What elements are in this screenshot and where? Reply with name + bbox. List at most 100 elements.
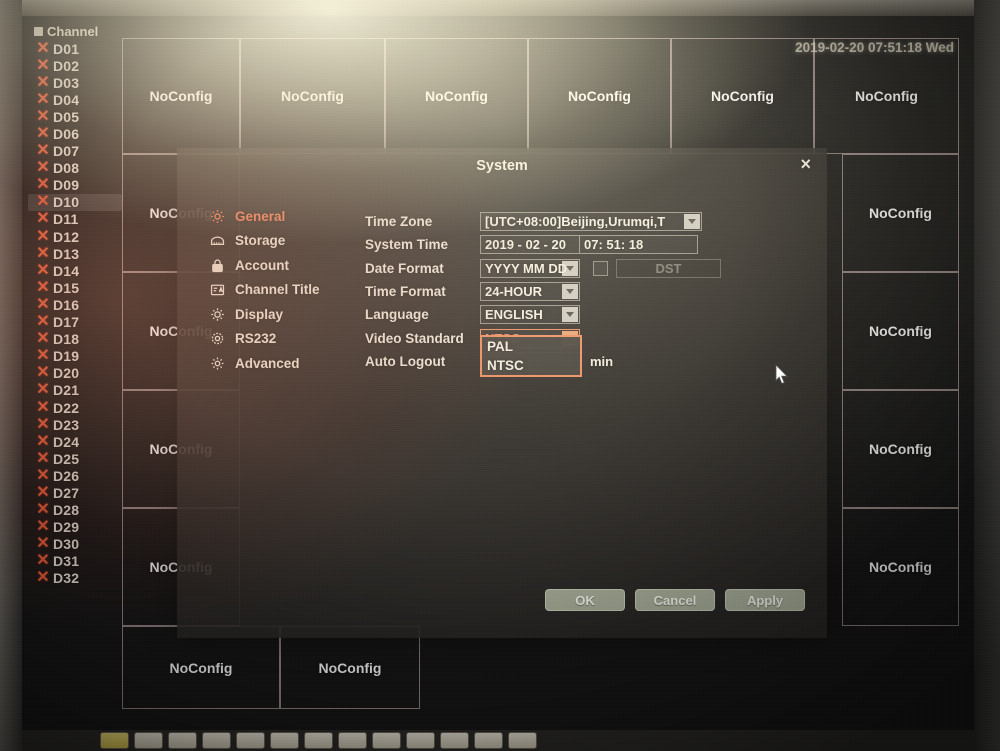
channel-label: D25 <box>53 450 80 467</box>
device-icon <box>34 27 43 36</box>
nav-item-storage[interactable]: Storage <box>209 229 359 254</box>
time-zone-select[interactable]: [UTC+08:00]Beijing,Urumqi,T <box>480 212 702 232</box>
time-format-label: Time Format <box>365 284 446 300</box>
channel-row[interactable]: ✕ D17 <box>28 314 122 331</box>
channel-row[interactable]: ✕ D18 <box>28 331 122 348</box>
channel-row[interactable]: ✕ D15 <box>28 279 122 296</box>
channel-row[interactable]: ✕ D27 <box>28 484 122 501</box>
taskbar-icon-settings[interactable] <box>474 732 503 749</box>
channel-label: D24 <box>53 433 80 450</box>
nav-item-advanced[interactable]: Advanced <box>209 351 359 376</box>
dropdown-option-ntsc[interactable]: NTSC <box>482 356 580 375</box>
channel-disabled-icon: ✕ <box>36 483 50 501</box>
taskbar-icon-record[interactable] <box>236 732 265 749</box>
channel-row[interactable]: ✕ D09 <box>28 177 122 194</box>
channel-label: D04 <box>53 91 80 108</box>
channel-row[interactable]: ✕ D28 <box>28 502 122 519</box>
channel-disabled-icon: ✕ <box>36 73 50 91</box>
nav-item-display[interactable]: Display <box>209 302 359 327</box>
nav-item-channel-title[interactable]: Channel Title <box>209 278 359 303</box>
live-cell-label: NoConfig <box>169 659 233 676</box>
taskbar-icon-playback[interactable] <box>134 732 163 749</box>
time-format-select[interactable]: 24-HOUR <box>480 282 580 302</box>
channel-row[interactable]: ✕ D13 <box>28 245 122 262</box>
taskbar-icon-search[interactable] <box>168 732 197 749</box>
channel-row[interactable]: ✕ D24 <box>28 433 122 450</box>
channel-row[interactable]: ✕ D12 <box>28 228 122 245</box>
channel-row[interactable]: ✕ D04 <box>28 91 122 108</box>
taskbar-icon-ptz[interactable] <box>406 732 435 749</box>
chevron-down-icon[interactable] <box>562 260 578 276</box>
system-time-input[interactable]: 07: 51: 18 <box>580 235 698 255</box>
channel-row[interactable]: ✕ D31 <box>28 553 122 570</box>
live-cell-label: NoConfig <box>869 559 932 575</box>
channel-row[interactable]: ✕ D02 <box>28 57 122 74</box>
live-cell[interactable]: NoConfig <box>528 38 671 154</box>
taskbar-icon-logout[interactable] <box>508 732 537 749</box>
system-date-input[interactable]: 2019 - 02 - 20 <box>480 235 580 255</box>
auto-logout-label: Auto Logout <box>365 353 446 369</box>
video-standard-dropdown[interactable]: PAL NTSC <box>480 335 582 377</box>
field-row-time-format: Time Format 24-HOUR <box>365 280 795 303</box>
channel-row[interactable]: ✕ D22 <box>28 399 122 416</box>
channel-row[interactable]: ✕ D11 <box>28 211 122 228</box>
channel-row[interactable]: ✕ D19 <box>28 348 122 365</box>
live-cell[interactable]: NoConfig <box>385 38 528 154</box>
cancel-button[interactable]: Cancel <box>635 589 715 611</box>
channel-row[interactable]: ✕ D30 <box>28 536 122 553</box>
dropdown-option-pal[interactable]: PAL <box>482 337 580 356</box>
channel-row[interactable]: ✕ D25 <box>28 450 122 467</box>
channel-row[interactable]: ✕ D08 <box>28 160 122 177</box>
live-cell[interactable]: NoConfig <box>842 508 959 626</box>
channel-row[interactable]: ✕ D21 <box>28 382 122 399</box>
live-cell[interactable]: NoConfig <box>842 272 959 390</box>
channel-label: D02 <box>53 57 80 74</box>
taskbar-icon-network[interactable] <box>304 732 333 749</box>
taskbar-icon-tour[interactable] <box>440 732 469 749</box>
live-cell[interactable]: NoConfig <box>280 626 420 709</box>
taskbar-icon-grid[interactable] <box>202 732 231 749</box>
language-select[interactable]: ENGLISH <box>480 305 580 325</box>
nav-label: Account <box>235 257 289 273</box>
channel-row[interactable]: ✕ D10 <box>28 193 122 211</box>
nav-item-account[interactable]: Account <box>209 253 359 278</box>
channel-title-icon <box>209 281 226 298</box>
gear-outline-icon <box>209 355 226 372</box>
live-cell[interactable]: NoConfig <box>122 626 280 709</box>
live-cell[interactable]: NoConfig <box>122 38 240 154</box>
live-cell[interactable]: NoConfig <box>671 38 814 154</box>
ok-button[interactable]: OK <box>545 589 625 611</box>
dst-checkbox[interactable] <box>593 260 608 276</box>
nav-item-rs232[interactable]: RS232 <box>209 327 359 352</box>
live-cell[interactable]: NoConfig <box>842 154 959 272</box>
date-format-select[interactable]: YYYY MM DD <box>480 258 580 278</box>
channel-row[interactable]: ✕ D14 <box>28 262 122 279</box>
live-cell[interactable]: NoConfig <box>240 38 385 154</box>
channel-row[interactable]: ✕ D26 <box>28 467 122 484</box>
dst-button[interactable]: DST <box>616 258 721 278</box>
channel-row[interactable]: ✕ D16 <box>28 296 122 313</box>
channel-label: D22 <box>53 399 80 416</box>
channel-row[interactable]: ✕ D03 <box>28 74 122 91</box>
taskbar-icon-info[interactable] <box>338 732 367 749</box>
channel-row[interactable]: ✕ D29 <box>28 519 122 536</box>
taskbar-icon-main-menu[interactable] <box>100 732 129 749</box>
channel-disabled-icon: ✕ <box>36 569 50 587</box>
channel-row[interactable]: ✕ D23 <box>28 416 122 433</box>
taskbar-icon-backup[interactable] <box>372 732 401 749</box>
live-cell[interactable]: NoConfig <box>842 390 959 508</box>
channel-row[interactable]: ✕ D01 <box>28 40 122 57</box>
channel-row[interactable]: ✕ D05 <box>28 108 122 125</box>
channel-row[interactable]: ✕ D20 <box>28 365 122 382</box>
chevron-down-icon[interactable] <box>562 307 578 323</box>
channel-row[interactable]: ✕ D32 <box>28 570 122 587</box>
apply-button[interactable]: Apply <box>725 589 805 611</box>
chevron-down-icon[interactable] <box>684 214 700 230</box>
live-cell[interactable]: NoConfig <box>814 38 959 154</box>
taskbar-icon-alarm[interactable] <box>270 732 299 749</box>
chevron-down-icon[interactable] <box>562 284 578 300</box>
nav-item-general[interactable]: General <box>209 204 359 229</box>
close-icon[interactable]: × <box>800 155 811 173</box>
channel-row[interactable]: ✕ D07 <box>28 143 122 160</box>
channel-row[interactable]: ✕ D06 <box>28 125 122 143</box>
